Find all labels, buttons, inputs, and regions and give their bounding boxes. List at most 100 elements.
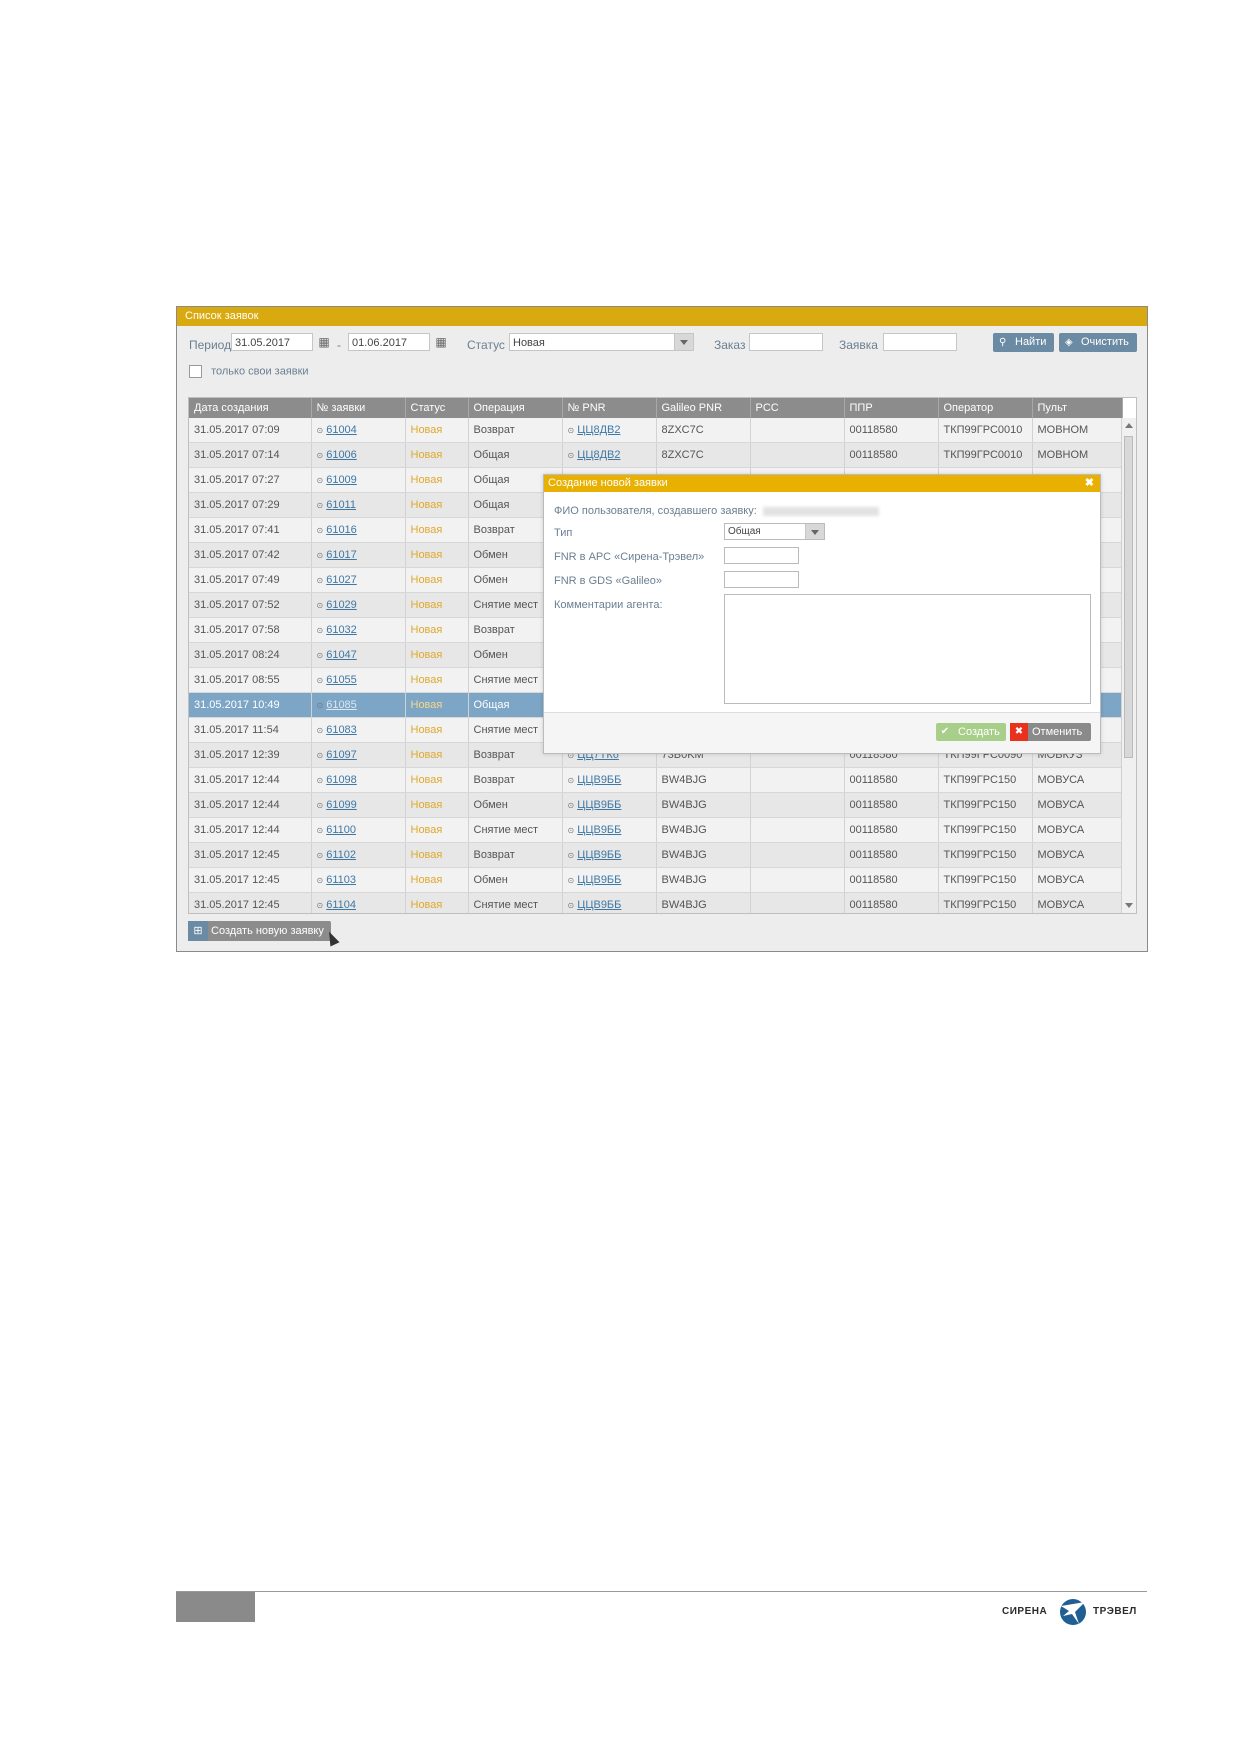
request-link[interactable]: 61047 <box>326 649 357 661</box>
expand-icon[interactable]: ⊙ <box>568 426 575 435</box>
pnr-link[interactable]: ЦЦВ9ББ <box>577 849 621 861</box>
column-header[interactable]: Оператор <box>938 398 1033 418</box>
column-header[interactable]: Пульт <box>1032 398 1123 418</box>
pnr-link[interactable]: ЦЦ8ДВ2 <box>577 424 620 436</box>
expand-icon[interactable]: ⊙ <box>568 801 575 810</box>
expand-icon[interactable]: ⊙ <box>317 776 324 785</box>
table-row[interactable]: 31.05.2017 12:44 ⊙ 61098 Новая Возврат ⊙ ЦЦВ9Б… <box>189 767 1123 793</box>
table-row[interactable]: 31.05.2017 12:44 ⊙ 61099 Новая Обмен ⊙ ЦЦВ9ББ B… <box>189 792 1123 818</box>
expand-icon[interactable]: ⊙ <box>317 851 324 860</box>
type-select[interactable]: Общая <box>724 523 825 540</box>
request-link[interactable]: 61103 <box>326 874 356 886</box>
expand-icon[interactable]: ⊙ <box>317 451 324 460</box>
request-link[interactable]: 61083 <box>326 724 357 736</box>
expand-icon[interactable]: ⊙ <box>568 901 575 910</box>
request-link[interactable]: 61085 <box>326 699 357 711</box>
expand-icon[interactable]: ⊙ <box>317 676 324 685</box>
date-from-input[interactable]: 31.05.2017 <box>231 333 313 351</box>
expand-icon[interactable]: ⊙ <box>317 601 324 610</box>
column-header[interactable]: Galileo PNR <box>656 398 751 418</box>
close-icon[interactable]: ✖ <box>1085 475 1094 492</box>
table-row[interactable]: 31.05.2017 07:09 ⊙ 61004 Новая Возврат ⊙ ЦЦ8ДВ… <box>189 418 1123 443</box>
column-header[interactable]: Дата создания <box>189 398 312 418</box>
expand-icon[interactable]: ⊙ <box>568 851 575 860</box>
expand-icon[interactable]: ⊙ <box>317 901 324 910</box>
expand-icon[interactable]: ⊙ <box>317 826 324 835</box>
request-link[interactable]: 61032 <box>326 624 357 636</box>
table-row[interactable]: 31.05.2017 12:45 ⊙ 61103 Новая Обмен ⊙ ЦЦВ9ББ B… <box>189 867 1123 893</box>
pnr-link[interactable]: ЦЦВ9ББ <box>577 774 621 786</box>
chevron-down-icon[interactable] <box>805 524 824 539</box>
expand-icon[interactable]: ⊙ <box>568 451 575 460</box>
pnr-gds-input[interactable] <box>724 571 799 588</box>
pnr-link[interactable]: ЦЦВ9ББ <box>577 874 621 886</box>
table-row[interactable]: 31.05.2017 12:45 ⊙ 61104 Новая Снятие мест ⊙ Ц… <box>189 892 1123 913</box>
pnr-link[interactable]: ЦЦВ9ББ <box>577 799 621 811</box>
only-mine-checkbox[interactable] <box>189 365 202 378</box>
scroll-up-icon[interactable] <box>1125 423 1133 428</box>
comment-textarea[interactable] <box>724 594 1091 704</box>
request-link[interactable]: 61009 <box>326 474 357 486</box>
request-link[interactable]: 61102 <box>326 849 356 861</box>
column-header[interactable]: PCC <box>750 398 845 418</box>
expand-icon[interactable]: ⊙ <box>317 876 324 885</box>
expand-icon[interactable]: ⊙ <box>317 726 324 735</box>
table-row[interactable]: 31.05.2017 12:45 ⊙ 61102 Новая Возврат ⊙ ЦЦВ9Б… <box>189 842 1123 868</box>
column-header[interactable]: ППР <box>844 398 939 418</box>
request-link[interactable]: 61011 <box>326 499 356 511</box>
expand-icon[interactable]: ⊙ <box>568 776 575 785</box>
vertical-scrollbar[interactable] <box>1121 418 1136 913</box>
column-header[interactable]: № заявки <box>311 398 406 418</box>
expand-icon[interactable]: ⊙ <box>317 651 324 660</box>
request-link[interactable]: 61104 <box>326 899 356 911</box>
pnr-link[interactable]: ЦЦВ9ББ <box>577 824 621 836</box>
scroll-down-icon[interactable] <box>1125 903 1133 908</box>
expand-icon[interactable]: ⊙ <box>317 701 324 710</box>
expand-icon[interactable]: ⊙ <box>568 826 575 835</box>
request-input[interactable] <box>883 333 957 351</box>
request-link[interactable]: 61097 <box>326 749 357 761</box>
column-header[interactable]: Статус <box>405 398 469 418</box>
cell-gpnr: BW4BJG <box>656 867 751 893</box>
pnr-link[interactable]: ЦЦ8ДВ2 <box>577 449 620 461</box>
chevron-down-icon[interactable] <box>674 334 693 350</box>
request-link[interactable]: 61027 <box>326 574 357 586</box>
expand-icon[interactable]: ⊙ <box>317 576 324 585</box>
date-to-input[interactable]: 01.06.2017 <box>348 333 430 351</box>
create-button[interactable]: ✔ Создать <box>936 723 1006 741</box>
column-header[interactable]: Операция <box>468 398 563 418</box>
expand-icon[interactable]: ⊙ <box>568 876 575 885</box>
expand-icon[interactable]: ⊙ <box>317 626 324 635</box>
request-link[interactable]: 61098 <box>326 774 357 786</box>
calendar-icon[interactable]: ▦ <box>434 335 448 349</box>
expand-icon[interactable]: ⊙ <box>317 426 324 435</box>
table-row[interactable]: 31.05.2017 07:14 ⊙ 61006 Новая Общая ⊙ ЦЦ8ДВ2 8… <box>189 442 1123 468</box>
request-link[interactable]: 61004 <box>326 424 357 436</box>
scroll-thumb[interactable] <box>1124 436 1133 758</box>
expand-icon[interactable]: ⊙ <box>317 751 324 760</box>
find-button[interactable]: ⚲ Найти <box>993 333 1054 352</box>
order-input[interactable] <box>749 333 823 351</box>
clear-button[interactable]: ◈ Очистить <box>1059 333 1137 352</box>
pnr-arc-input[interactable] <box>724 547 799 564</box>
expand-icon[interactable]: ⊙ <box>317 526 324 535</box>
expand-icon[interactable]: ⊙ <box>317 501 324 510</box>
request-link[interactable]: 61055 <box>326 674 357 686</box>
request-link[interactable]: 61016 <box>326 524 357 536</box>
request-link[interactable]: 61017 <box>326 549 357 561</box>
column-header[interactable]: № PNR <box>562 398 657 418</box>
cancel-button[interactable]: ✖ Отменить <box>1010 723 1091 741</box>
request-link[interactable]: 61029 <box>326 599 357 611</box>
request-link[interactable]: 61100 <box>326 824 356 836</box>
expand-icon[interactable]: ⊙ <box>317 551 324 560</box>
request-link[interactable]: 61099 <box>326 799 357 811</box>
create-request-button[interactable]: ⊞ Создать новую заявку <box>188 921 331 941</box>
pnr-link[interactable]: ЦЦВ9ББ <box>577 899 621 911</box>
request-link[interactable]: 61006 <box>326 449 357 461</box>
table-row[interactable]: 31.05.2017 12:44 ⊙ 61100 Новая Снятие мест ⊙ Ц… <box>189 817 1123 843</box>
expand-icon[interactable]: ⊙ <box>317 801 324 810</box>
status-select[interactable]: Новая <box>509 333 694 351</box>
expand-icon[interactable]: ⊙ <box>317 476 324 485</box>
calendar-icon[interactable]: ▦ <box>317 335 331 349</box>
cell-date: 31.05.2017 12:45 <box>189 842 312 868</box>
